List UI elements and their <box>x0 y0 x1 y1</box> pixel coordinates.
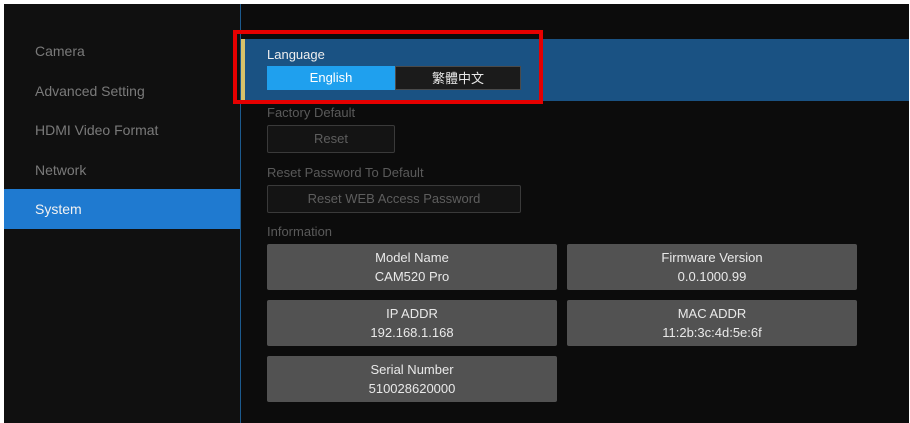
serial-number-value: 510028620000 <box>368 381 456 396</box>
sidebar-item-system[interactable]: System <box>4 189 240 229</box>
model-name-value: CAM520 Pro <box>374 269 450 284</box>
settings-screen: Camera Advanced Setting HDMI Video Forma… <box>4 4 909 423</box>
info-card-ip-addr: IP ADDR 192.168.1.168 <box>267 300 557 346</box>
sidebar-item-advanced-setting[interactable]: Advanced Setting <box>4 71 240 111</box>
info-card-model-name: Model Name CAM520 Pro <box>267 244 557 290</box>
serial-number-key: Serial Number <box>370 362 454 377</box>
firmware-version-value: 0.0.1000.99 <box>677 269 747 284</box>
factory-default-label: Factory Default <box>267 105 356 120</box>
sidebar-item-network[interactable]: Network <box>4 150 240 190</box>
mac-addr-key: MAC ADDR <box>677 306 747 321</box>
sidebar-item-camera[interactable]: Camera <box>4 31 240 71</box>
sidebar-item-hdmi-video-format[interactable]: HDMI Video Format <box>4 110 240 150</box>
sidebar: Camera Advanced Setting HDMI Video Forma… <box>4 4 240 423</box>
information-label: Information <box>267 224 333 239</box>
reset-web-access-password-button[interactable]: Reset WEB Access Password <box>267 185 521 213</box>
reset-password-label: Reset Password To Default <box>267 165 424 180</box>
info-card-serial-number: Serial Number 510028620000 <box>267 356 557 402</box>
highlight-annotation-box <box>233 30 543 104</box>
model-name-key: Model Name <box>375 250 449 265</box>
mac-addr-value: 11:2b:3c:4d:5e:6f <box>662 325 762 340</box>
info-card-mac-addr: MAC ADDR 11:2b:3c:4d:5e:6f <box>567 300 857 346</box>
reset-button[interactable]: Reset <box>267 125 395 153</box>
ip-addr-key: IP ADDR <box>386 306 438 321</box>
firmware-version-key: Firmware Version <box>661 250 763 265</box>
info-card-firmware-version: Firmware Version 0.0.1000.99 <box>567 244 857 290</box>
ip-addr-value: 192.168.1.168 <box>370 325 454 340</box>
